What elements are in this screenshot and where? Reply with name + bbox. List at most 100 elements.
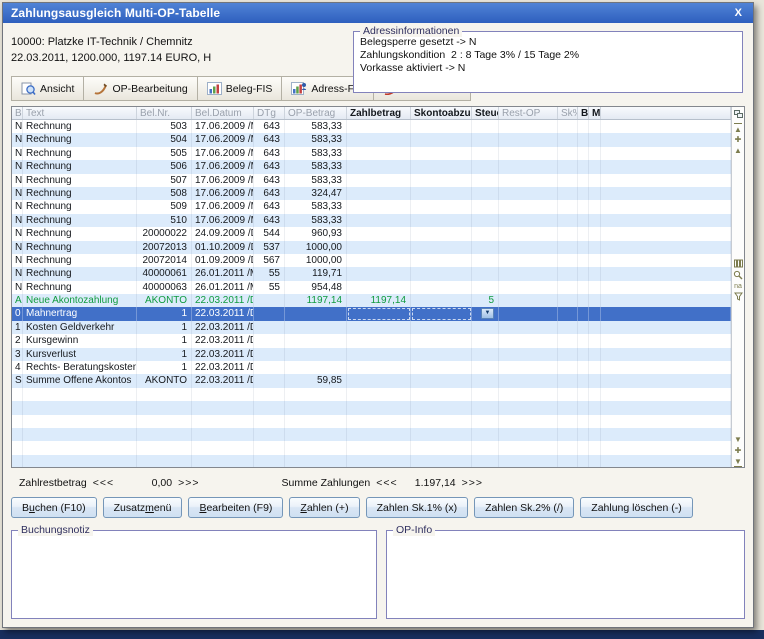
table-row[interactable]: 3Kursverlust122.03.2011 /Di: [12, 348, 731, 361]
buchen-button[interactable]: Buchen (F10): [11, 497, 97, 518]
cell-skonto: [411, 267, 472, 280]
column-header-steue[interactable]: Steue: [472, 107, 499, 119]
search-icon[interactable]: [733, 270, 743, 281]
table-row-empty[interactable]: [12, 441, 731, 454]
cell-belnr: 40000061: [137, 267, 192, 280]
column-header-date[interactable]: Bel.Datum: [192, 107, 254, 119]
zahlen-sk2-button[interactable]: Zahlen Sk.2% (/): [474, 497, 574, 518]
column-header-belnr[interactable]: Bel.Nr.: [137, 107, 192, 119]
zahlung-loeschen-button[interactable]: Zahlung löschen (-): [580, 497, 692, 518]
cell-text: Kosten Geldverkehr: [23, 321, 137, 334]
copy-columns-icon[interactable]: [734, 107, 743, 121]
cell-date: 17.06.2009 /Mi: [192, 174, 254, 187]
cell-dtg: 643: [254, 187, 285, 200]
table-row[interactable]: 1Kosten Geldverkehr122.03.2011 /Di: [12, 321, 731, 334]
cell-b2: [578, 441, 589, 454]
cell-b2: [578, 174, 589, 187]
column-header-skonto[interactable]: Skontoabzug: [411, 107, 472, 119]
cell-skonto: [411, 307, 472, 320]
table-row[interactable]: NRechnung50517.06.2009 /Mi643583,33: [12, 147, 731, 160]
table-row[interactable]: NRechnung2000002224.09.2009 /Do544960,93: [12, 227, 731, 240]
column-header-text[interactable]: Text: [23, 107, 137, 119]
steuer-dropdown-button[interactable]: ▼: [481, 308, 494, 319]
column-header-filler[interactable]: [601, 107, 731, 119]
cell-zahl: 1197,14: [347, 294, 411, 307]
table-row[interactable]: NRechnung2007201301.10.2009 /Do5371000,0…: [12, 241, 731, 254]
column-header-zahl[interactable]: Zahlbetrag: [347, 107, 411, 119]
cell-text: Rechnung: [23, 120, 137, 133]
cell-b: N: [12, 200, 23, 213]
zahlen-button[interactable]: Zahlen (+): [289, 497, 359, 518]
cell-filler: [601, 294, 731, 307]
scroll-down-icon[interactable]: ▼: [734, 434, 742, 445]
close-icon[interactable]: X: [732, 7, 745, 19]
cell-belnr: [137, 428, 192, 441]
table-row[interactable]: NRechnung2007201401.09.2009 /Di5671000,0…: [12, 254, 731, 267]
table-row-empty[interactable]: [12, 401, 731, 414]
table-row[interactable]: NRechnung50317.06.2009 /Mi643583,33: [12, 120, 731, 133]
cell-text: Kursverlust: [23, 348, 137, 361]
summe-zahlungen-value: 1.197,14: [404, 477, 456, 489]
table-row[interactable]: SSumme Offene AkontosAKONTO22.03.2011 /D…: [12, 374, 731, 387]
scroll-bottom-icon[interactable]: ▼: [734, 456, 742, 467]
cell-op: 583,33: [285, 133, 347, 146]
tab-op-bearbeitung[interactable]: OP-Bearbeitung: [84, 77, 197, 100]
cell-text: [23, 415, 137, 428]
tab-ansicht[interactable]: Ansicht: [12, 77, 84, 100]
cell-skonto: [411, 401, 472, 414]
insert-icon[interactable]: ✚: [735, 134, 742, 145]
column-header-rest[interactable]: Rest-OP: [499, 107, 558, 119]
cell-steue: [472, 321, 499, 334]
table-row-empty[interactable]: [12, 388, 731, 401]
table-row[interactable]: NRechnung4000006126.01.2011 /Mi55119,71: [12, 267, 731, 280]
table-row[interactable]: NRechnung50717.06.2009 /Mi643583,33: [12, 174, 731, 187]
table-row[interactable]: NRechnung50917.06.2009 /Mi643583,33: [12, 200, 731, 213]
column-header-sk[interactable]: Sk%: [558, 107, 578, 119]
table-row[interactable]: NRechnung50617.06.2009 /Mi643583,33: [12, 160, 731, 173]
table-row-empty[interactable]: [12, 428, 731, 441]
add-icon[interactable]: ✚: [735, 445, 742, 456]
zusatzmenu-button[interactable]: Zusatzmenü: [103, 497, 183, 518]
table-row[interactable]: ANeue AkontozahlungAKONTO22.03.2011 /Di1…: [12, 294, 731, 307]
table-row[interactable]: NRechnung51017.06.2009 /Mi643583,33: [12, 214, 731, 227]
bearbeiten-button[interactable]: Bearbeiten (F9): [188, 497, 283, 518]
cell-b2: [578, 267, 589, 280]
table-row[interactable]: NRechnung50417.06.2009 /Mi643583,33: [12, 133, 731, 146]
cell-zahl: [347, 241, 411, 254]
table-row[interactable]: 0Mahnertrag122.03.2011 /Di▼: [12, 307, 731, 320]
buchungsnotiz-textarea[interactable]: [12, 531, 376, 618]
cell-m: [589, 307, 601, 320]
scroll-top-icon[interactable]: ▲: [734, 123, 742, 134]
op-info-textarea[interactable]: [387, 531, 744, 618]
cell-b2: [578, 294, 589, 307]
column-header-m[interactable]: M: [589, 107, 601, 119]
scroll-up-icon[interactable]: ▲: [734, 145, 742, 156]
cell-sk: [558, 321, 578, 334]
tab-beleg-fis[interactable]: Beleg-FIS: [198, 77, 283, 100]
cell-sk: [558, 187, 578, 200]
columns-icon[interactable]: [734, 259, 743, 270]
zahlrestbetrag-label: Zahlrestbetrag: [19, 477, 87, 489]
table-row[interactable]: 4Rechts- Beratungskosten122.03.2011 /Di: [12, 361, 731, 374]
table-row[interactable]: NRechnung4000006326.01.2011 /Mi55954,48: [12, 281, 731, 294]
cell-skonto: [411, 321, 472, 334]
table-row-empty[interactable]: [12, 415, 731, 428]
column-header-dtg[interactable]: DTg: [254, 107, 285, 119]
column-header-b[interactable]: B: [12, 107, 23, 119]
column-header-op[interactable]: OP-Betrag: [285, 107, 347, 119]
table-row-empty[interactable]: [12, 455, 731, 467]
filter-icon[interactable]: [734, 292, 743, 303]
cell-dtg: [254, 321, 285, 334]
zahlen-sk1-button[interactable]: Zahlen Sk.1% (x): [366, 497, 469, 518]
cell-sk: [558, 441, 578, 454]
na-icon[interactable]: na: [734, 281, 742, 292]
cell-dtg: [254, 455, 285, 467]
column-header-b2[interactable]: B: [578, 107, 589, 119]
table-row[interactable]: NRechnung50817.06.2009 /Mi643324,47: [12, 187, 731, 200]
cell-sk: [558, 307, 578, 320]
cell-zahl: [347, 455, 411, 467]
cell-b: N: [12, 147, 23, 160]
cell-date: 17.06.2009 /Mi: [192, 200, 254, 213]
cell-op: [285, 334, 347, 347]
table-row[interactable]: 2Kursgewinn122.03.2011 /Di: [12, 334, 731, 347]
